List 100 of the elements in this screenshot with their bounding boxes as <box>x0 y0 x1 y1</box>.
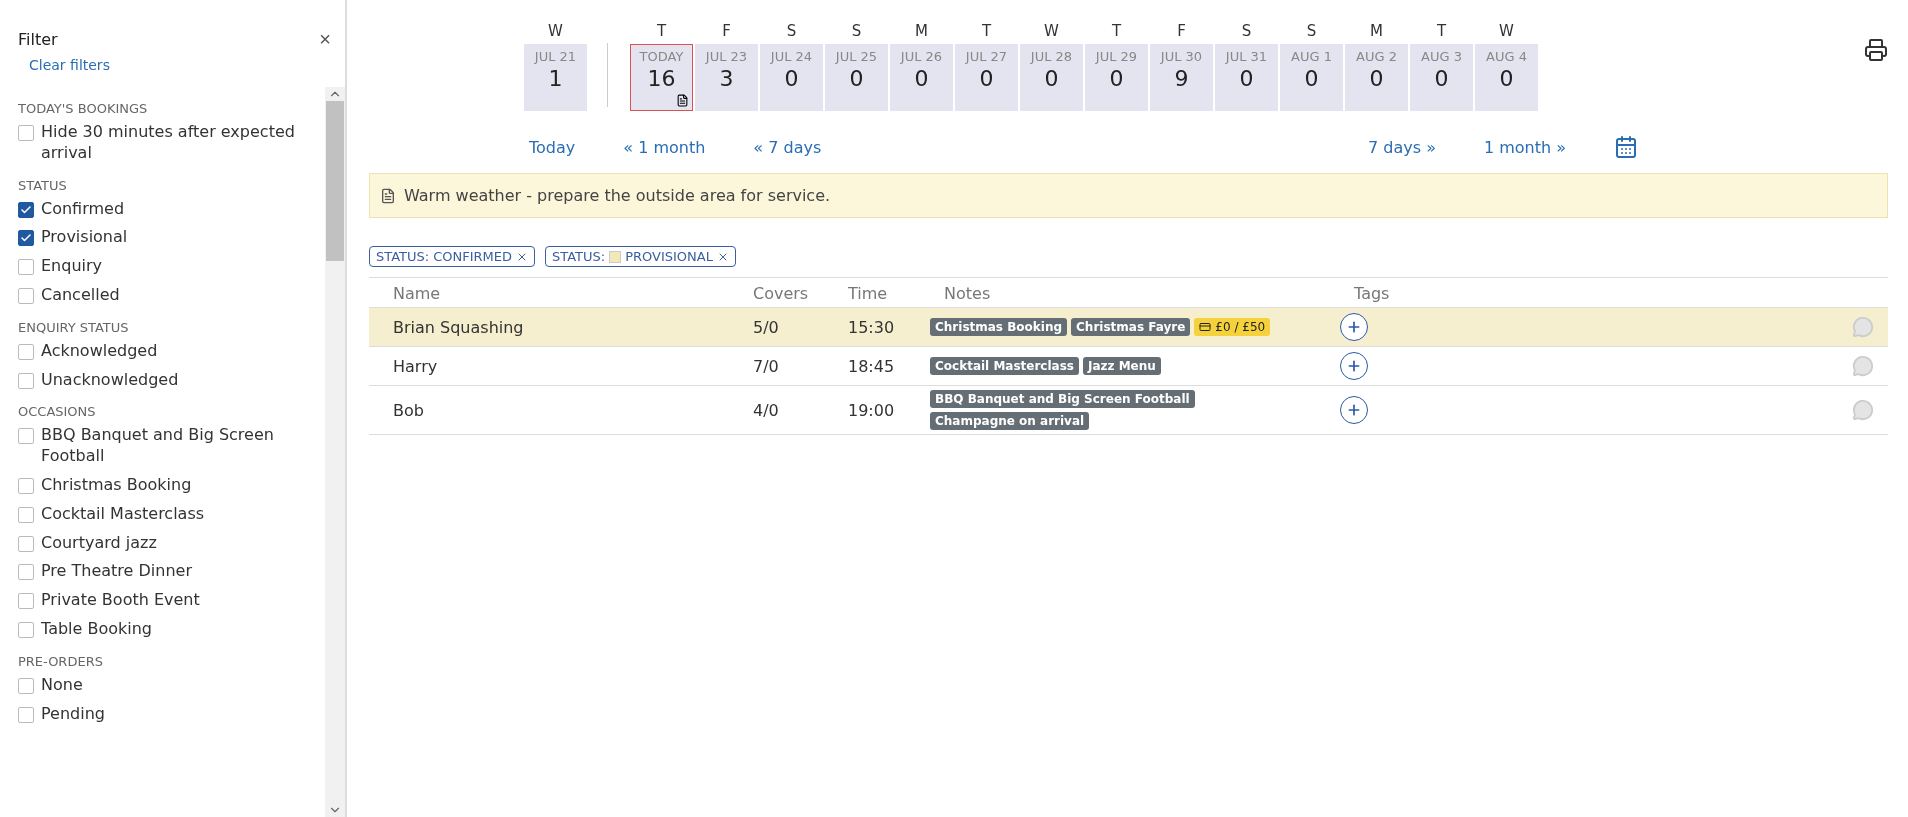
close-button[interactable]: × <box>319 28 331 51</box>
checkbox[interactable] <box>18 564 34 581</box>
day-button[interactable]: JUL 30 9 <box>1150 44 1213 111</box>
time-cell: 19:00 <box>824 386 920 435</box>
weekday-label: T <box>981 22 992 40</box>
weekday-label: T <box>1111 22 1122 40</box>
nav-link[interactable]: « 7 days <box>753 137 822 157</box>
note-tag: Cocktail Masterclass <box>930 357 1079 375</box>
nav-link[interactable]: 1 month » <box>1483 137 1566 157</box>
day-button[interactable]: AUG 1 0 <box>1280 44 1343 111</box>
scrollbar[interactable] <box>325 87 345 817</box>
checkbox[interactable] <box>18 477 34 494</box>
section-heading: TODAY'S BOOKINGS <box>18 101 149 116</box>
day-button[interactable]: JUL 24 0 <box>760 44 823 111</box>
option-label: Private Booth Event <box>41 590 200 611</box>
option-label: Enquiry <box>41 256 103 277</box>
option-label: Pending <box>41 703 105 725</box>
checkbox[interactable] <box>18 706 34 723</box>
weekday-label: S <box>1241 22 1252 40</box>
add-tag-button[interactable] <box>1340 352 1368 380</box>
checkbox[interactable] <box>18 288 34 304</box>
weekday-label: W <box>1499 22 1514 40</box>
time-cell: 18:45 <box>824 347 920 386</box>
payment-tag: £0 / £50 <box>1194 318 1271 336</box>
weekday-label: S <box>1306 22 1317 40</box>
day-button[interactable]: AUG 3 0 <box>1410 44 1473 111</box>
option-label: Acknowledged <box>41 340 158 362</box>
day-button[interactable]: JUL 31 0 <box>1215 44 1278 111</box>
day-button[interactable]: AUG 2 0 <box>1345 44 1408 111</box>
nav-link[interactable]: Today <box>529 137 576 157</box>
checkbox[interactable] <box>18 506 34 523</box>
checkbox[interactable] <box>18 535 34 552</box>
checkbox[interactable] <box>18 372 34 389</box>
note-icon <box>676 94 689 107</box>
covers-cell: 4/0 <box>729 386 824 435</box>
section-heading: PRE-ORDERS <box>18 653 104 669</box>
note-tag: Christmas Booking <box>930 318 1068 336</box>
day-button[interactable]: JUL 23 3 <box>695 44 758 111</box>
comment-icon[interactable] <box>1852 316 1874 338</box>
name-cell: Harry <box>369 347 729 386</box>
day-button[interactable]: TODAY 16 <box>630 44 693 111</box>
note-icon <box>380 187 396 204</box>
option-label: Cancelled <box>41 285 120 306</box>
option-label: Provisional <box>41 227 128 249</box>
day-button[interactable]: JUL 29 0 <box>1085 44 1148 111</box>
filter-title: Filter <box>18 30 58 49</box>
weekday-label: M <box>915 22 928 40</box>
day-button[interactable]: JUL 25 0 <box>825 44 888 111</box>
nav-link[interactable]: « 1 month <box>623 137 706 157</box>
checkbox[interactable] <box>18 593 34 610</box>
plus-icon <box>1346 319 1362 335</box>
option-label: Table Booking <box>41 618 153 640</box>
option-label: Cocktail Masterclass <box>41 503 205 525</box>
weekday-label: S <box>786 22 797 40</box>
checkbox[interactable] <box>18 201 34 218</box>
filter-chip[interactable]: STATUS: CONFIRMED <box>369 246 535 267</box>
checkbox[interactable] <box>18 259 34 276</box>
note-tag: Jazz Menu <box>1082 357 1161 375</box>
option-label: Christmas Booking <box>41 474 192 496</box>
clear-filters-link[interactable]: Clear filters <box>29 57 345 73</box>
section-heading: STATUS <box>18 177 68 193</box>
weekday-label: S <box>851 22 862 40</box>
comment-icon[interactable] <box>1852 355 1874 377</box>
option-label: Unacknowledged <box>41 369 179 391</box>
checkbox[interactable] <box>18 428 34 445</box>
weekday-label: W <box>548 22 563 40</box>
filter-chip[interactable]: STATUS: PROVISIONAL <box>545 246 736 267</box>
calendar-icon[interactable] <box>1614 135 1638 159</box>
weekday-label: T <box>656 22 667 40</box>
checkbox[interactable] <box>18 677 34 694</box>
comment-icon[interactable] <box>1852 399 1874 421</box>
covers-cell: 5/0 <box>729 308 824 347</box>
card-icon <box>1199 321 1212 333</box>
weekday-label: W <box>1044 22 1059 40</box>
note-text: Warm weather - prepare the outside area for service. <box>404 186 831 205</box>
note-tag: Christmas Fayre <box>1071 318 1191 336</box>
print-icon[interactable] <box>1864 38 1888 62</box>
checkbox[interactable] <box>18 230 34 247</box>
note-tag: Champagne on arrival <box>930 412 1090 430</box>
day-button[interactable]: AUG 4 0 <box>1475 44 1538 111</box>
checkbox[interactable] <box>18 343 34 360</box>
swatch-icon <box>609 250 622 263</box>
covers-cell: 7/0 <box>729 347 824 386</box>
option-label: Courtyard jazz <box>41 532 157 554</box>
weekday-label: F <box>1177 22 1186 40</box>
option-label: Confirmed <box>41 198 125 220</box>
add-tag-button[interactable] <box>1340 313 1368 341</box>
add-tag-button[interactable] <box>1340 396 1368 424</box>
day-button[interactable]: JUL 28 0 <box>1020 44 1083 111</box>
plus-icon <box>1346 402 1362 418</box>
section-heading: ENQUIRY STATUS <box>18 319 130 335</box>
scrollbar-thumb[interactable] <box>326 101 344 261</box>
check-icon <box>20 203 32 216</box>
checkbox[interactable] <box>18 621 34 638</box>
day-button[interactable]: JUL 21 1 <box>524 44 587 111</box>
day-button[interactable]: JUL 26 0 <box>890 44 953 111</box>
checkbox[interactable] <box>18 125 34 141</box>
option-label: BBQ Banquet and Big Screen Football <box>41 425 275 467</box>
day-button[interactable]: JUL 27 0 <box>955 44 1018 111</box>
nav-link[interactable]: 7 days » <box>1368 137 1436 157</box>
